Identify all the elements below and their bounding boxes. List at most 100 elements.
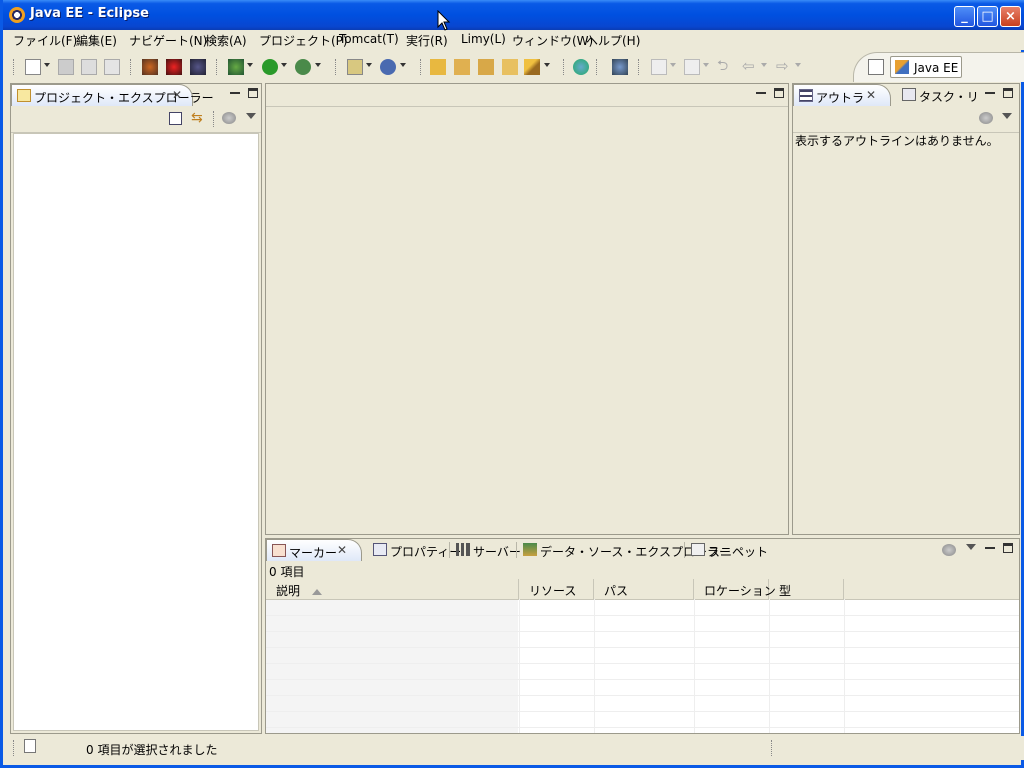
pen-icon[interactable] <box>524 59 540 75</box>
toolbar-grip[interactable] <box>130 59 133 75</box>
back-icon[interactable]: ⇦ <box>742 59 758 75</box>
debug-dropdown-icon[interactable] <box>247 63 253 67</box>
open-type-icon[interactable] <box>454 59 470 75</box>
maximize-view-icon[interactable] <box>1003 543 1013 553</box>
external-tools-dropdown-icon[interactable] <box>315 63 321 67</box>
forward-dropdown-icon[interactable] <box>795 63 801 67</box>
globe-icon[interactable] <box>573 59 589 75</box>
print-icon[interactable] <box>104 59 120 75</box>
tab-markers[interactable]: マーカー ✕ <box>266 539 362 561</box>
bug-tool-icon[interactable] <box>142 59 158 75</box>
link-with-editor-icon[interactable]: ⇆ <box>191 111 207 127</box>
filter-icon[interactable] <box>222 112 236 124</box>
table-row <box>266 600 1019 616</box>
menu-tomcat[interactable]: Tomcat(T) <box>339 32 399 46</box>
back-dropdown-icon[interactable] <box>761 63 767 67</box>
open-task-icon[interactable] <box>502 59 518 75</box>
pen-dropdown-icon[interactable] <box>544 63 550 67</box>
save-all-icon[interactable] <box>81 59 97 75</box>
menu-help[interactable]: ヘルプ(H) <box>586 32 640 49</box>
view-menu-icon[interactable] <box>1002 113 1012 119</box>
tab-outline[interactable]: アウトラ ✕ <box>793 84 891 106</box>
toolbar-grip[interactable] <box>638 59 641 75</box>
toolbar-grip[interactable] <box>335 59 338 75</box>
minimize-view-icon[interactable] <box>985 88 995 94</box>
run-dropdown-icon[interactable] <box>281 63 287 67</box>
toolbar-grip[interactable] <box>13 59 16 75</box>
filter-icon[interactable] <box>942 544 956 556</box>
tab-snippets[interactable]: スニペット <box>686 539 768 561</box>
column-description[interactable]: 説明 <box>266 579 519 599</box>
close-button[interactable]: × <box>1000 6 1021 27</box>
tab-close-icon[interactable]: ✕ <box>866 88 876 102</box>
next-annotation-icon[interactable] <box>651 59 667 75</box>
new-service-dropdown-icon[interactable] <box>400 63 406 67</box>
next-annotation-dropdown-icon[interactable] <box>670 63 676 67</box>
tab-data-source-explorer[interactable]: データ・ソース・エクスプローラー <box>518 539 731 561</box>
open-folder-icon[interactable] <box>430 59 446 75</box>
toolbar-grip[interactable] <box>596 59 599 75</box>
view-menu-icon[interactable] <box>966 544 976 550</box>
bug-refresh-icon[interactable] <box>190 59 206 75</box>
prev-annotation-icon[interactable] <box>684 59 700 75</box>
toolbar-grip[interactable] <box>563 59 566 75</box>
tab-servers[interactable]: サーバー <box>451 539 521 561</box>
minimize-editor-icon[interactable] <box>756 88 766 94</box>
maximize-editor-icon[interactable] <box>774 88 784 98</box>
column-type[interactable]: 型 <box>769 579 844 599</box>
menu-navigate[interactable]: ナビゲート(N) <box>129 32 207 49</box>
title-bar[interactable]: Java EE - Eclipse _ □ × <box>3 0 1024 30</box>
tab-label: サーバー <box>473 545 521 559</box>
run-icon[interactable] <box>262 59 278 75</box>
prev-annotation-dropdown-icon[interactable] <box>703 63 709 67</box>
debug-icon[interactable] <box>228 59 244 75</box>
new-server-icon[interactable] <box>347 59 363 75</box>
tab-project-explorer[interactable]: プロジェクト・エクスプローラー ✕ <box>11 84 214 106</box>
maximize-view-icon[interactable] <box>1003 88 1013 98</box>
bug-remove-icon[interactable] <box>166 59 182 75</box>
markers-table[interactable]: 説明 リソース パス ロケーション 型 <box>266 579 1019 733</box>
view-menu-icon[interactable] <box>246 113 256 119</box>
last-edit-icon[interactable]: ⮌ <box>717 59 733 75</box>
toolbar-grip[interactable] <box>420 59 423 75</box>
maximize-view-icon[interactable] <box>248 88 258 98</box>
column-path[interactable]: パス <box>594 579 694 599</box>
tab-task-list[interactable]: タスク・リ <box>897 84 979 106</box>
new-dropdown-icon[interactable] <box>44 63 50 67</box>
minimize-button[interactable]: _ <box>954 6 975 27</box>
menu-file[interactable]: ファイル(F) <box>13 32 77 49</box>
open-resource-icon[interactable] <box>478 59 494 75</box>
column-resource[interactable]: リソース <box>519 579 594 599</box>
collapse-all-icon[interactable] <box>169 112 182 125</box>
menu-search[interactable]: 検索(A) <box>205 32 247 49</box>
editor-area[interactable] <box>265 83 789 535</box>
perspective-java-ee-button[interactable]: Java EE <box>890 56 962 78</box>
tab-close-icon[interactable]: ✕ <box>337 543 347 557</box>
markers-panel: マーカー ✕ プロパティー サーバー データ・ソース・エクスプローラー スニペッ… <box>265 538 1020 734</box>
minimize-view-icon[interactable] <box>985 543 995 549</box>
toolbar-grip[interactable] <box>216 59 219 75</box>
forward-icon[interactable]: ⇨ <box>776 59 792 75</box>
maximize-button[interactable]: □ <box>977 6 998 27</box>
minimize-view-icon[interactable] <box>230 88 240 94</box>
menu-run[interactable]: 実行(R) <box>406 32 448 49</box>
column-location[interactable]: ロケーション <box>694 579 776 599</box>
menu-window[interactable]: ウィンドウ(W) <box>512 32 593 49</box>
project-tree[interactable] <box>13 133 259 731</box>
menu-edit[interactable]: 編集(E) <box>76 32 117 49</box>
menu-project[interactable]: プロジェクト(P) <box>259 32 348 49</box>
eclipse-window: Java EE - Eclipse _ □ × ファイル(F) 編集(E) ナビ… <box>0 0 1024 768</box>
tab-properties[interactable]: プロパティー <box>368 539 461 561</box>
search-icon[interactable] <box>612 59 628 75</box>
new-icon[interactable] <box>25 59 41 75</box>
open-perspective-icon[interactable] <box>868 59 884 75</box>
save-icon[interactable] <box>58 59 74 75</box>
new-service-icon[interactable] <box>380 59 396 75</box>
filter-icon[interactable] <box>979 112 993 124</box>
new-server-dropdown-icon[interactable] <box>366 63 372 67</box>
fast-view-icon[interactable] <box>24 739 36 753</box>
editor-tabrow <box>266 84 788 107</box>
external-tools-icon[interactable] <box>295 59 311 75</box>
menu-limy[interactable]: Limy(L) <box>461 32 506 46</box>
tab-close-icon[interactable]: ✕ <box>172 88 182 102</box>
